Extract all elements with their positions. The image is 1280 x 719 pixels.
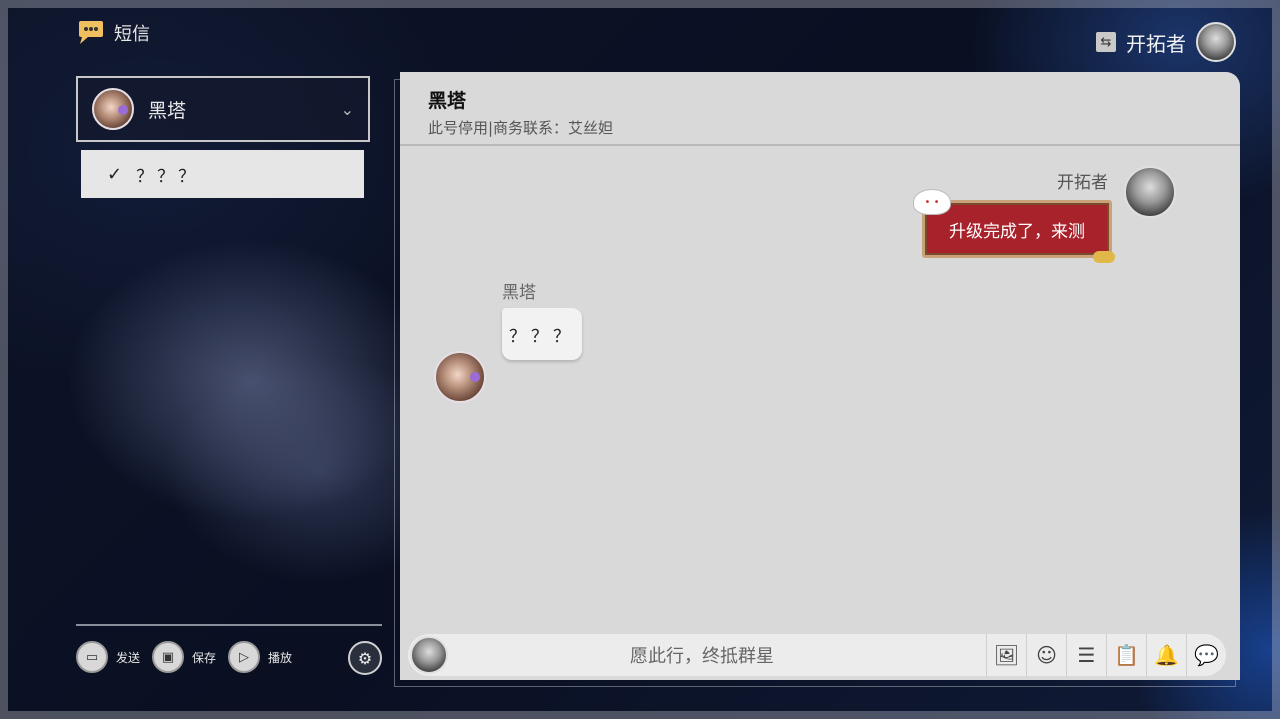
image-icon: ▣ [152,641,185,673]
menu-icon[interactable]: ☰ [1066,634,1106,676]
app-title: 短信 [76,20,150,46]
divider [76,624,382,626]
send-icon: ▭ [76,641,108,673]
message-sender-name: 开拓者 [1057,173,1108,193]
user-avatar[interactable] [1196,22,1236,62]
user-header[interactable]: ⇆ 开拓者 [1096,22,1236,62]
message-sender-name: 黑塔 [502,283,536,303]
playback-controls: ▭ 发送 ▣ 保存 ▷ 播放 [76,641,294,673]
input-avatar [410,636,448,674]
play-label: 播放 [268,650,293,665]
message-option[interactable]: ✓ ？？？ [81,150,364,198]
check-icon: ✓ [107,163,123,185]
save-label: 保存 [192,650,217,665]
contact-avatar [92,88,134,130]
contact-message-avatar [434,351,486,403]
send-label: 发送 [116,650,141,665]
sticker-message[interactable]: • • 升级完成了，来测 [913,189,1115,263]
chat-icon [79,21,103,44]
coins-icon [1093,251,1115,263]
sender-avatar [1124,166,1176,218]
send-button[interactable]: ▭ 发送 [76,641,140,673]
message-input-bar[interactable]: 愿此行，终抵群星 🖼 ☺ ☰ 📋 🔔 💬 [408,634,1226,676]
chevron-down-icon: ⌄ [340,100,354,119]
save-button[interactable]: ▣ 保存 [152,641,216,673]
add-image-icon[interactable]: 🖼 [986,634,1026,676]
chat-header: 黑塔 此号停用|商务联系：艾丝妲 [400,72,1240,146]
play-icon: ▷ [228,641,261,673]
bunny-icon: • • [913,189,951,215]
sticker-text: 升级完成了，来测 [949,221,1085,242]
contact-dropdown-label: 黑塔 [148,99,187,122]
chat-contact-status: 此号停用|商务联系：艾丝妲 [428,119,614,137]
emoji-icon[interactable]: ☺ [1026,634,1066,676]
message-icon[interactable]: 💬 [1186,634,1226,676]
chat-panel: 黑塔 此号停用|商务联系：艾丝妲 开拓者 • • 升级完成了，来测 黑塔 ？？？ [400,72,1240,680]
settings-button[interactable]: ⚙ [348,641,382,675]
message-input[interactable]: 愿此行，终抵群星 [448,642,986,668]
switch-icon[interactable]: ⇆ [1096,32,1116,52]
chat-contact-name: 黑塔 [428,90,467,112]
clipboard-icon[interactable]: 📋 [1106,634,1146,676]
contact-dropdown[interactable]: 黑塔 ⌄ [76,76,370,142]
message-option-label: ？？？ [136,166,200,187]
settings-icon: ⚙ [357,648,373,668]
play-button[interactable]: ▷ 播放 [228,641,292,673]
message-bubble[interactable]: ？？？ [502,308,582,360]
user-name: 开拓者 [1126,31,1186,56]
app-title-label: 短信 [114,24,150,45]
bell-icon[interactable]: 🔔 [1146,634,1186,676]
